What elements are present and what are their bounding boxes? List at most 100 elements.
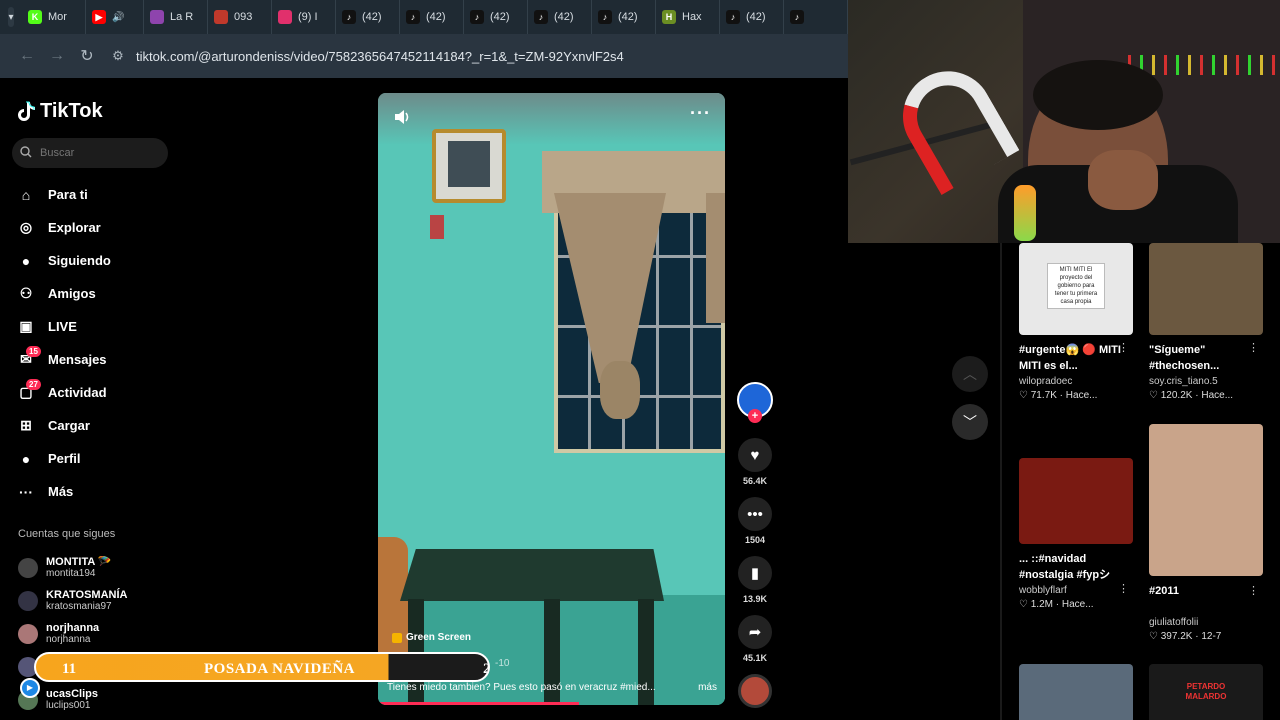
- overlay-play-icon: ▶: [20, 678, 40, 698]
- video-thumbnail[interactable]: [1149, 424, 1263, 576]
- nav-item-activity[interactable]: ▢ 27 Actividad: [16, 376, 166, 409]
- nav-item-upload[interactable]: ⊞ Cargar: [16, 409, 166, 442]
- video-thumbnail[interactable]: [1019, 664, 1133, 720]
- back-button[interactable]: ←: [12, 41, 42, 71]
- browser-tab[interactable]: ♪ (42): [336, 0, 400, 34]
- card-more-icon[interactable]: ⋮: [1118, 341, 1129, 354]
- video-player[interactable]: ··· Green Screen arturondeniss -10 Tiene…: [378, 93, 725, 705]
- more-options-icon[interactable]: ···: [690, 103, 711, 124]
- followed-account[interactable]: KRATOSMANÍA kratosmania97: [18, 584, 168, 617]
- following-list: MONTITA 🪂 montita194 KRATOSMANÍA kratosmani…: [18, 551, 168, 716]
- nav-item-label: Más: [48, 484, 74, 499]
- related-video-card[interactable]: #2011 ⋮ giuliatoffolii ♡ 397.2K · 12-7: [1149, 424, 1263, 642]
- followed-account[interactable]: norjhanna norjhanna: [18, 617, 168, 650]
- related-video-title[interactable]: "Sígueme" #thechosen...: [1149, 342, 1253, 374]
- grid-divider: [1000, 243, 1002, 720]
- compass-icon: ◎: [19, 219, 33, 235]
- browser-tab[interactable]: La R: [144, 0, 208, 34]
- more-icon: ···: [19, 483, 33, 500]
- music-disc-icon[interactable]: [738, 674, 772, 708]
- caption-more-link[interactable]: más: [698, 682, 717, 693]
- nav-item-label: Amigos: [48, 286, 96, 301]
- browser-tab[interactable]: 093: [208, 0, 272, 34]
- browser-tab[interactable]: ♪: [784, 0, 848, 34]
- related-video-user[interactable]: wilopradoec: [1019, 376, 1133, 387]
- related-video-card[interactable]: ... ::#navidad #nostalgia #fypシ ⋮ wobblyfl…: [1019, 458, 1133, 610]
- webcam-overlay: [848, 0, 1280, 243]
- followed-account[interactable]: MONTITA 🪂 montita194: [18, 551, 168, 584]
- comment-action[interactable]: ••• 1504: [733, 497, 777, 545]
- next-video-button[interactable]: ﹀: [952, 404, 988, 440]
- previous-video-button[interactable]: ︿: [952, 356, 988, 392]
- related-video-title[interactable]: #2011: [1149, 583, 1253, 615]
- browser-tab[interactable]: ♪ (42): [720, 0, 784, 34]
- browser-tab[interactable]: ▶ 🔊: [86, 0, 144, 34]
- related-video-title[interactable]: ... ::#navidad #nostalgia #fypシ: [1019, 551, 1123, 583]
- nav-item-live-tv[interactable]: ▣ LIVE: [16, 310, 166, 343]
- share-action[interactable]: ➦ 45.1K: [733, 615, 777, 663]
- cam-streamer-hair: [1033, 60, 1163, 130]
- nav-item-more[interactable]: ··· Más: [16, 475, 166, 508]
- share-icon[interactable]: ➦: [738, 615, 772, 649]
- nav-item-friends[interactable]: ⚇ Amigos: [16, 277, 166, 310]
- account-text: KRATOSMANÍA kratosmania97: [46, 589, 127, 613]
- tiktok-icon: ♪: [470, 10, 484, 24]
- nav-item-compass[interactable]: ◎ Explorar: [16, 211, 166, 244]
- green-screen-tag[interactable]: Green Screen: [392, 632, 471, 643]
- heart-icon[interactable]: ♥: [738, 438, 772, 472]
- reload-button[interactable]: ↻: [72, 41, 102, 71]
- card-more-icon[interactable]: ⋮: [1118, 582, 1129, 595]
- account-text: ucasClips luclips001: [46, 688, 98, 712]
- browser-tab[interactable]: H Hax: [656, 0, 720, 34]
- browser-tab[interactable]: (9) I: [272, 0, 336, 34]
- nav-item-messages[interactable]: ✉ 15 Mensajes: [16, 343, 166, 376]
- related-video-user[interactable]: giuliatoffolii: [1149, 617, 1263, 628]
- tiktok-logo[interactable]: TikTok: [18, 100, 103, 123]
- like-action[interactable]: ♥ 56.4K: [733, 438, 777, 486]
- save-action[interactable]: ▮ 13.9K: [733, 556, 777, 604]
- nav-item-following-avatar[interactable]: ● Siguiendo: [16, 244, 166, 277]
- user-icon: [214, 10, 228, 24]
- account-name: norjhanna: [46, 621, 100, 634]
- related-video-card[interactable]: PETARDO MALARDO: [1149, 664, 1263, 720]
- comment-icon[interactable]: •••: [738, 497, 772, 531]
- browser-tab[interactable]: K Mor: [22, 0, 86, 34]
- card-more-icon[interactable]: ⋮: [1248, 584, 1259, 597]
- related-video-likes: 1.2M: [1030, 599, 1053, 610]
- stream-overlay-bar: 11 POSADA NAVIDEÑA 20 ▶: [18, 650, 494, 698]
- volume-icon[interactable]: [392, 107, 412, 127]
- video-progress-bar[interactable]: [378, 702, 580, 705]
- video-thumbnail[interactable]: MITI MITI El proyecto del gobierno para …: [1019, 243, 1133, 335]
- follow-plus-icon[interactable]: +: [748, 409, 762, 423]
- video-thumbnail[interactable]: [1149, 243, 1263, 335]
- followed-account[interactable]: ucasClips luclips001: [18, 683, 168, 716]
- video-thumbnail[interactable]: PETARDO MALARDO: [1149, 664, 1263, 720]
- browser-tab[interactable]: ♪ (42): [400, 0, 464, 34]
- related-video-card[interactable]: MITI MITI El proyecto del gobierno para …: [1019, 243, 1133, 401]
- nav-item-home[interactable]: ⌂ Para ti: [16, 178, 166, 211]
- thumbnail-overlay-text: MITI MITI El proyecto del gobierno para …: [1047, 263, 1105, 309]
- card-more-icon[interactable]: ⋮: [1248, 341, 1259, 354]
- tiktok-icon: ♪: [726, 10, 740, 24]
- browser-tab[interactable]: ♪ (42): [528, 0, 592, 34]
- search-box[interactable]: [12, 138, 168, 168]
- bookmark-icon[interactable]: ▮: [738, 556, 772, 590]
- nav-item-profile-avatar[interactable]: ● Perfil: [16, 442, 166, 475]
- browser-tab[interactable]: ♪ (42): [464, 0, 528, 34]
- related-video-title[interactable]: #urgente😱 🔴 MITI MITI es el...: [1019, 342, 1123, 374]
- related-video-user[interactable]: soy.cris_tiano.5: [1149, 376, 1263, 387]
- video-thumbnail[interactable]: [1019, 458, 1133, 544]
- related-video-card[interactable]: [1019, 664, 1133, 720]
- related-video-user[interactable]: wobblyflarf: [1019, 585, 1133, 596]
- site-info-icon[interactable]: ⚙: [110, 48, 126, 64]
- tab-search-dropdown[interactable]: ▾: [8, 7, 14, 27]
- tab-audio-icon[interactable]: 🔊: [112, 12, 124, 23]
- browser-tab[interactable]: ♪ (42): [592, 0, 656, 34]
- related-video-card[interactable]: "Sígueme" #thechosen... ⋮ soy.cris_tiano.5…: [1149, 243, 1263, 401]
- related-video-likes: 397.2K: [1160, 631, 1193, 642]
- address-bar[interactable]: ⚙ tiktok.com/@arturondeniss/video/758236…: [110, 41, 848, 71]
- forward-button[interactable]: →: [42, 41, 72, 71]
- profile-avatar-icon: ●: [21, 450, 31, 467]
- search-input[interactable]: [40, 147, 150, 159]
- account-handle: luclips001: [46, 699, 91, 711]
